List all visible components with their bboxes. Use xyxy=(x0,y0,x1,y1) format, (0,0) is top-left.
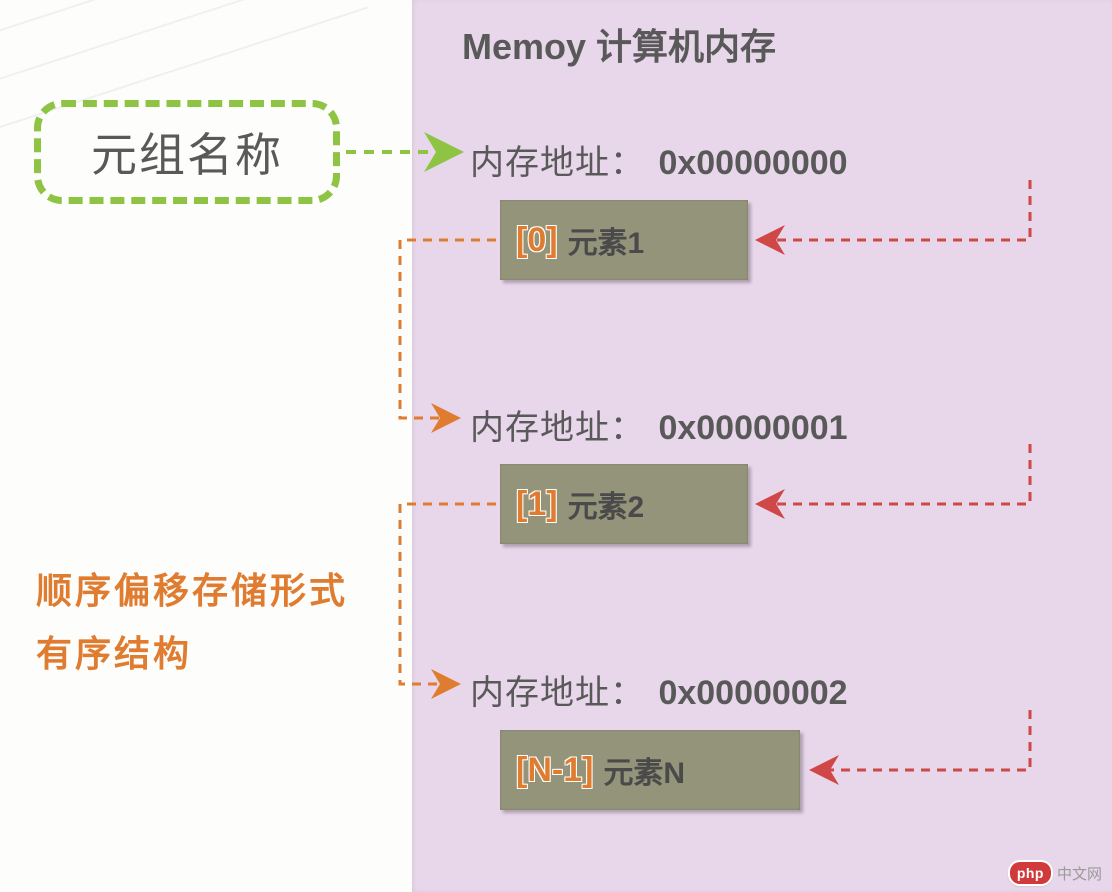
index-label: [1] xyxy=(516,485,558,524)
footer-text: 中文网 xyxy=(1057,863,1102,884)
addr-hex: 0x00000001 xyxy=(658,409,847,447)
addr-label: 内存地址： xyxy=(470,144,645,182)
tuple-name-box: 元组名称 xyxy=(34,100,340,204)
element-label: 元素2 xyxy=(568,482,645,526)
memory-address-0: 内存地址： 0x00000000 xyxy=(470,135,848,184)
memory-address-2: 内存地址： 0x00000002 xyxy=(470,665,848,714)
footer-pill: php xyxy=(1010,862,1051,884)
memory-title: Memoy 计算机内存 xyxy=(462,18,776,70)
addr-hex: 0x00000000 xyxy=(658,144,847,182)
element-label: 元素1 xyxy=(568,218,645,262)
element-box-1: [1] 元素2 xyxy=(500,464,748,544)
footer-badge: php 中文网 xyxy=(1010,862,1102,884)
tuple-name-label: 元组名称 xyxy=(91,119,283,185)
element-label: 元素N xyxy=(603,748,685,792)
index-label: [N-1] xyxy=(516,751,593,790)
description-line-1: 顺序偏移存储形式 xyxy=(36,562,348,614)
addr-label: 内存地址： xyxy=(470,674,645,712)
index-label: [0] xyxy=(516,221,558,260)
addr-hex: 0x00000002 xyxy=(658,674,847,712)
addr-label: 内存地址： xyxy=(470,409,645,447)
memory-address-1: 内存地址： 0x00000001 xyxy=(470,400,848,449)
description-line-2: 有序结构 xyxy=(36,625,192,677)
element-box-0: [0] 元素1 xyxy=(500,200,748,280)
element-box-2: [N-1] 元素N xyxy=(500,730,800,810)
